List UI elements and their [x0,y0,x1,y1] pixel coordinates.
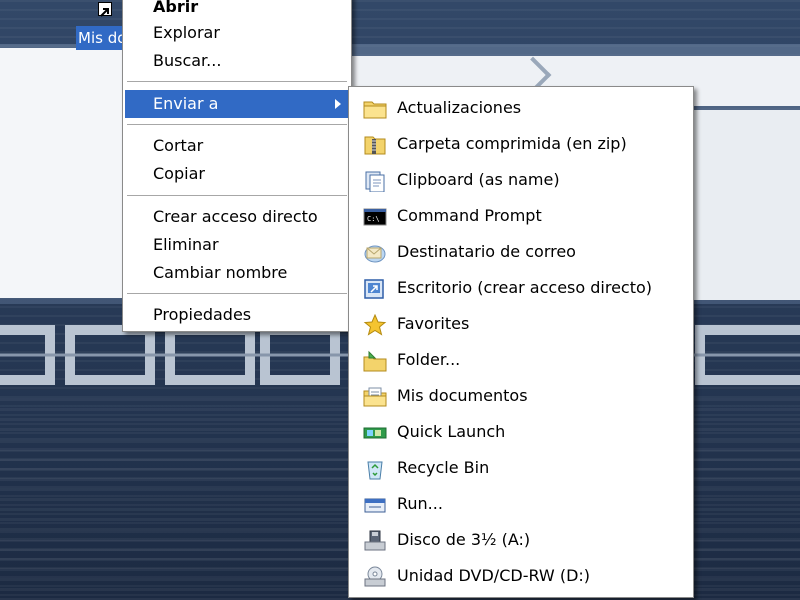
send-to-item-folder[interactable]: Folder... [351,343,691,377]
send-to-item-label: Favorites [397,314,470,333]
menu-item-properties[interactable]: Propiedades [125,301,349,329]
send-to-item-floppy-drive[interactable]: Disco de 3½ (A:) [351,523,691,557]
mail-recipient-icon [364,245,386,263]
submenu-arrow-icon [335,99,341,109]
wallpaper-logo-shape [0,48,125,298]
send-to-item-label: Folder... [397,350,461,369]
command-prompt-icon: C:\ [363,208,387,226]
send-to-item-recycle-bin[interactable]: Recycle Bin [351,451,691,485]
svg-text:C:\: C:\ [367,215,380,223]
send-to-item-mail-recipient[interactable]: Destinatario de correo [351,235,691,269]
menu-separator [127,81,347,83]
send-to-item-quick-launch[interactable]: Quick Launch [351,415,691,449]
send-to-item-label: Carpeta comprimida (en zip) [397,134,627,153]
send-to-item-label: Command Prompt [397,206,542,225]
my-documents-icon [363,387,387,407]
menu-item-create-shortcut[interactable]: Crear acceso directo [125,203,349,231]
menu-item-explore[interactable]: Explorar [125,19,349,47]
context-menu: Abrir Explorar Buscar... Enviar a Cortar… [122,0,352,332]
send-to-submenu: Actualizaciones Carpeta comprimida (en z… [348,86,694,598]
quick-launch-icon [363,427,387,439]
menu-item-rename[interactable]: Cambiar nombre [125,259,349,287]
send-to-item-label: Destinatario de correo [397,242,576,261]
send-to-item-run[interactable]: Run... [351,487,691,521]
menu-separator [127,293,347,295]
floppy-drive-icon [364,530,386,551]
menu-separator [127,195,347,197]
favorites-star-icon [363,314,387,336]
send-to-item-label: Actualizaciones [397,98,522,117]
wallpaper-logo-shape [690,110,800,300]
clipboard-icon [365,171,385,192]
menu-separator [127,124,347,126]
menu-item-copy[interactable]: Copiar [125,160,349,188]
zip-folder-icon [364,136,386,155]
recycle-bin-icon [367,461,383,480]
send-to-item-label: Mis documentos [397,386,528,405]
menu-item-cut[interactable]: Cortar [125,132,349,160]
send-to-item-label: Unidad DVD/CD-RW (D:) [397,566,591,585]
send-to-item-label: Clipboard (as name) [397,170,560,189]
send-to-item-command-prompt[interactable]: C:\ Command Prompt [351,199,691,233]
desktop-shortcut-icon [364,279,384,299]
send-to-item-label: Quick Launch [397,422,506,441]
shortcut-arrow-icon [98,2,112,17]
send-to-item-label: Run... [397,494,443,513]
menu-item-open[interactable]: Abrir [125,0,349,21]
send-to-item-zip-folder[interactable]: Carpeta comprimida (en zip) [351,127,691,161]
menu-item-send-to[interactable]: Enviar a [125,90,349,118]
send-to-item-label: Recycle Bin [397,458,490,477]
send-to-item-actualizaciones[interactable]: Actualizaciones [351,91,691,125]
send-to-item-my-documents[interactable]: Mis documentos [351,379,691,413]
folder-icon [363,101,387,119]
menu-item-send-to-label: Enviar a [153,94,219,113]
send-to-item-favorites[interactable]: Favorites [351,307,691,341]
send-to-item-clipboard[interactable]: Clipboard (as name) [351,163,691,197]
dvd-drive-icon [364,566,386,587]
folder-arrow-icon [363,350,387,372]
run-icon [364,498,386,513]
send-to-item-label: Escritorio (crear acceso directo) [397,278,653,297]
send-to-item-desktop-shortcut[interactable]: Escritorio (crear acceso directo) [351,271,691,305]
menu-item-search[interactable]: Buscar... [125,47,349,75]
menu-item-delete[interactable]: Eliminar [125,231,349,259]
send-to-item-dvd-drive[interactable]: Unidad DVD/CD-RW (D:) [351,559,691,593]
send-to-item-label: Disco de 3½ (A:) [397,530,531,549]
